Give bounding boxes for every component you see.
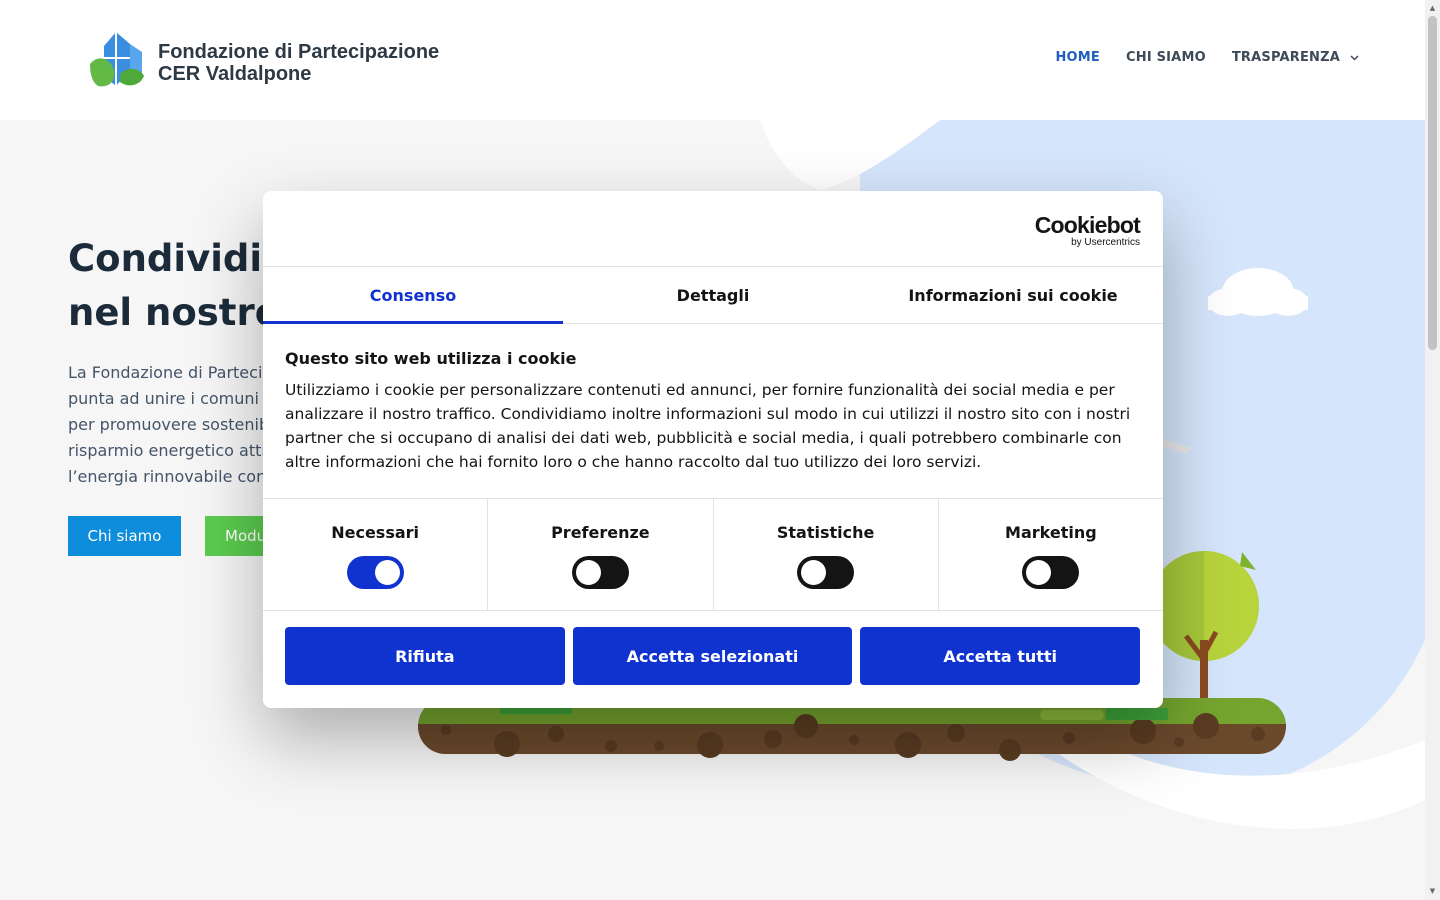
necessari-toggle[interactable] [346,556,404,589]
scroll-down-arrow-icon[interactable]: ▼ [1428,886,1437,896]
accetta-tutti-button[interactable]: Accetta tutti [860,627,1141,685]
rifiuta-button[interactable]: Rifiuta [285,627,565,685]
category-label: Statistiche [776,523,875,542]
preferenze-toggle[interactable] [571,556,629,589]
cookie-dialog-body: Questo sito web utilizza i cookie Utiliz… [285,348,1145,474]
cookie-categories: Necessari Preferenze Statistiche Marketi… [263,498,1163,611]
category-label: Marketing [1005,523,1097,542]
cookiebot-brand-sub: by Usercentrics [1071,237,1140,248]
category-necessari: Necessari [263,499,489,610]
cookie-actions: Rifiuta Accetta selezionati Accetta tutt… [285,627,1141,685]
accetta-selezionati-button[interactable]: Accetta selezionati [572,627,853,685]
cookiebot-logo: Cookiebot by Usercentrics [1034,212,1141,248]
category-preferenze: Preferenze [488,499,714,610]
cookie-dialog-heading: Questo sito web utilizza i cookie [285,349,577,368]
cookiebot-brand: Cookiebot [1034,212,1141,238]
scroll-up-arrow-icon[interactable]: ▲ [1428,3,1437,13]
scrollbar-thumb[interactable] [1428,16,1437,350]
tab-dettagli[interactable]: Dettagli [563,267,863,323]
category-label: Preferenze [551,523,650,542]
marketing-toggle[interactable] [1022,556,1080,589]
tab-informazioni-cookie[interactable]: Informazioni sui cookie [863,267,1163,323]
page-scrollbar[interactable]: ▲ ▼ [1425,0,1440,900]
category-statistiche: Statistiche [714,499,939,610]
cookie-tabs: Consenso Dettagli Informazioni sui cooki… [263,266,1163,324]
cookie-dialog-text: Utilizziamo i cookie per personalizzare … [285,381,1131,471]
tab-consenso[interactable]: Consenso [263,267,563,324]
statistiche-toggle[interactable] [797,556,855,589]
category-marketing: Marketing [939,499,1163,610]
cookie-dialog: Cookiebot by Usercentrics Consenso Detta… [263,191,1163,708]
category-label: Necessari [331,523,420,542]
cookie-overlay: Cookiebot by Usercentrics Consenso Detta… [0,0,1425,900]
